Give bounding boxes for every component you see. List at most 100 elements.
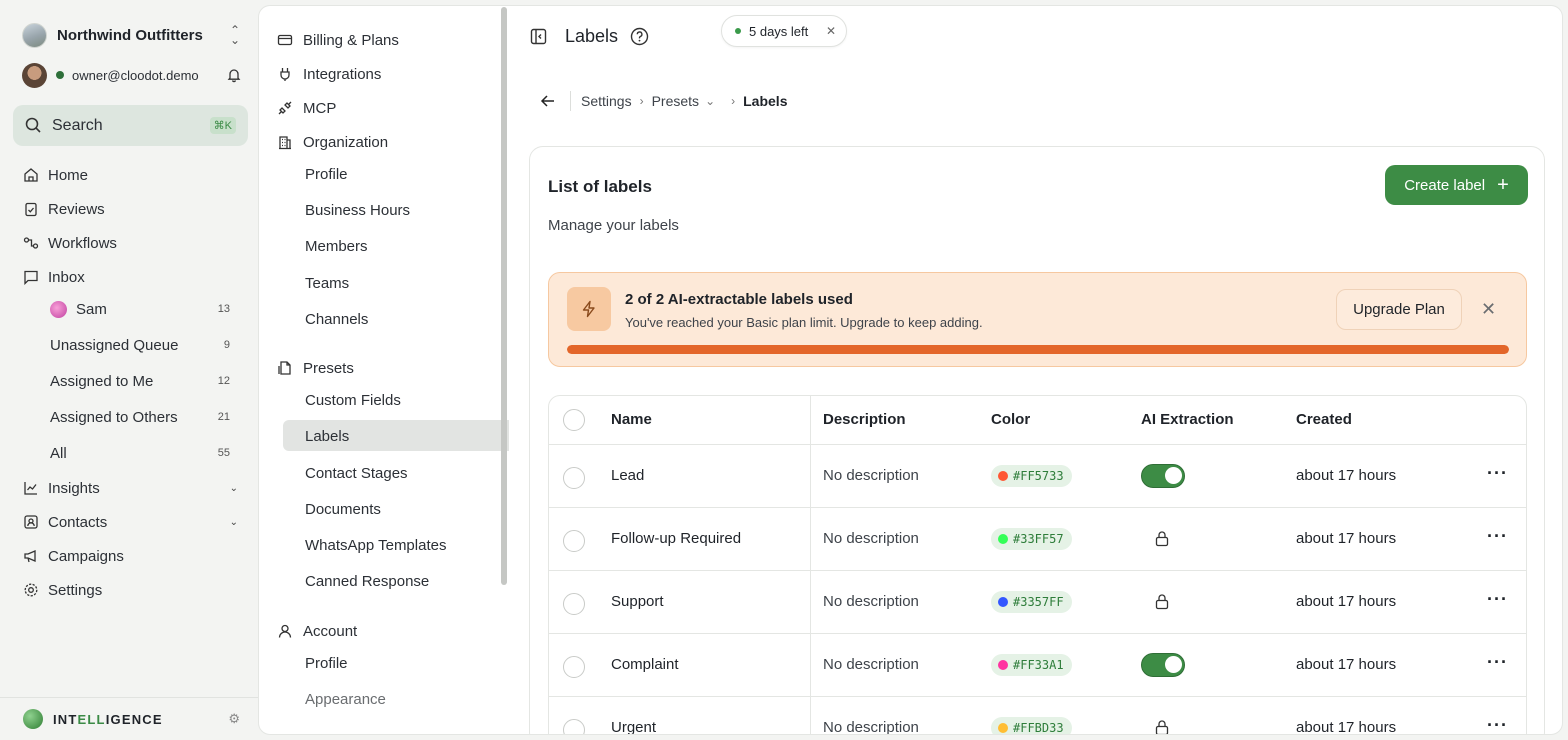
label-created: about 17 hours: [1296, 530, 1397, 547]
inbox-item-count: 55: [217, 447, 230, 459]
table-row[interactable]: Urgent No description #FFBD33 about 17 hour…: [549, 697, 1526, 734]
settings-item-teams[interactable]: Teams: [305, 272, 349, 294]
settings-item-profile[interactable]: Profile: [305, 163, 348, 185]
settings-section-account[interactable]: Account: [277, 620, 357, 642]
upgrade-plan-button[interactable]: Upgrade Plan: [1336, 289, 1462, 330]
settings-item-labels[interactable]: Labels: [305, 425, 349, 447]
row-checkbox[interactable]: [563, 719, 585, 734]
nav-insights[interactable]: Insights ⌄: [22, 476, 244, 500]
chevron-down-icon[interactable]: ⌄: [705, 94, 715, 108]
column-header-ai-extraction[interactable]: AI Extraction: [1141, 411, 1234, 428]
column-header-created[interactable]: Created: [1296, 411, 1352, 428]
more-actions-icon[interactable]: ···: [1487, 526, 1508, 547]
row-checkbox[interactable]: [563, 530, 585, 552]
settings-item-mcp[interactable]: MCP: [277, 97, 336, 119]
nav-inbox[interactable]: Inbox: [22, 265, 244, 289]
inbox-item-all[interactable]: All 55: [50, 441, 230, 465]
lock-icon: [1155, 531, 1169, 547]
settings-item-documents[interactable]: Documents: [305, 498, 381, 520]
plug-icon: [277, 66, 293, 82]
settings-item-whatsapp-templates[interactable]: WhatsApp Templates: [305, 534, 446, 556]
chevron-down-icon: ⌄: [229, 516, 238, 528]
workspace-switcher[interactable]: Northwind Outfitters ⌃ ⌄: [22, 22, 242, 48]
message-square-icon: [22, 269, 39, 286]
lock-icon: [1155, 594, 1169, 610]
nav-campaigns-label: Campaigns: [48, 547, 124, 565]
contact-icon: [22, 514, 39, 531]
row-checkbox[interactable]: [563, 467, 585, 489]
inbox-item-label: Sam: [76, 300, 107, 318]
settings-item-contact-stages[interactable]: Contact Stages: [305, 462, 408, 484]
color-swatch: [998, 471, 1008, 481]
color-swatch: [998, 534, 1008, 544]
usage-progress-fill: [567, 345, 1509, 354]
table-row[interactable]: Lead No description #FF5733 about 17 hours ·…: [549, 445, 1526, 508]
breadcrumb-settings[interactable]: Settings: [581, 93, 632, 109]
inbox-item-assigned-to-others[interactable]: Assigned to Others 21: [50, 405, 230, 429]
user-row[interactable]: owner@cloodot.demo: [22, 62, 242, 88]
table-row[interactable]: Complaint No description #FF33A1 about 17 h…: [549, 634, 1526, 697]
settings-item-label: MCP: [303, 99, 337, 117]
settings-item-billing[interactable]: Billing & Plans: [277, 29, 399, 51]
trial-badge[interactable]: 5 days left ✕: [721, 15, 847, 47]
label-created: about 17 hours: [1296, 467, 1397, 484]
color-swatch: [998, 723, 1008, 733]
nav-workflows[interactable]: Workflows: [22, 231, 244, 255]
inbox-item-label: Assigned to Others: [50, 408, 178, 426]
settings-item-account-profile[interactable]: Profile: [305, 652, 348, 674]
column-header-description[interactable]: Description: [823, 411, 906, 428]
column-header-color[interactable]: Color: [991, 411, 1030, 428]
breadcrumb-current: Labels: [743, 93, 788, 109]
nav-contacts[interactable]: Contacts ⌄: [22, 510, 244, 534]
label-description: No description: [823, 593, 919, 610]
more-actions-icon[interactable]: ···: [1487, 715, 1508, 734]
settings-item-channels[interactable]: Channels: [305, 308, 368, 330]
settings-item-integrations[interactable]: Integrations: [277, 63, 381, 85]
breadcrumb-presets[interactable]: Presets: [652, 93, 699, 109]
settings-item-label: Members: [305, 237, 368, 255]
close-icon[interactable]: ✕: [826, 24, 836, 38]
create-label-button[interactable]: Create label +: [1385, 165, 1528, 205]
nav-settings[interactable]: Settings: [22, 578, 244, 602]
arrow-left-icon[interactable]: [540, 93, 556, 109]
settings-item-label: Labels: [305, 427, 350, 445]
settings-item-business-hours[interactable]: Business Hours: [305, 199, 410, 221]
settings-section-presets[interactable]: Presets: [277, 357, 354, 379]
inbox-item-sam[interactable]: Sam 13: [50, 297, 230, 321]
help-circle-icon[interactable]: [630, 27, 649, 46]
select-all-checkbox[interactable]: [563, 409, 585, 431]
settings-item-appearance[interactable]: Appearance: [305, 688, 386, 710]
row-checkbox[interactable]: [563, 593, 585, 615]
label-name: Support: [611, 593, 664, 610]
ai-extraction-toggle[interactable]: [1141, 464, 1185, 488]
inbox-item-unassigned[interactable]: Unassigned Queue 9: [50, 333, 230, 357]
bell-icon[interactable]: [226, 67, 242, 83]
settings-item-custom-fields[interactable]: Custom Fields: [305, 389, 401, 411]
search-shortcut: ⌘K: [209, 117, 236, 134]
ai-extraction-toggle[interactable]: [1141, 653, 1185, 677]
row-checkbox[interactable]: [563, 656, 585, 678]
avatar: [50, 300, 67, 318]
more-actions-icon[interactable]: ···: [1487, 652, 1508, 673]
nav-home[interactable]: Home: [22, 163, 244, 187]
color-badge: #3357FF: [991, 591, 1072, 613]
table-row[interactable]: Follow-up Required No description #33FF57 a…: [549, 508, 1526, 571]
lightning-icon: [567, 287, 611, 331]
usage-progress-bar: [567, 345, 1509, 354]
status-dot: [735, 28, 741, 34]
settings-item-canned-response[interactable]: Canned Response: [305, 570, 429, 592]
column-header-name[interactable]: Name: [611, 411, 652, 428]
close-icon[interactable]: ✕: [1481, 299, 1496, 320]
panel-scrollbar[interactable]: [501, 7, 507, 585]
more-actions-icon[interactable]: ···: [1487, 463, 1508, 484]
nav-campaigns[interactable]: Campaigns: [22, 544, 244, 568]
more-actions-icon[interactable]: ···: [1487, 589, 1508, 610]
settings-item-members[interactable]: Members: [305, 235, 368, 257]
settings-section-organization[interactable]: Organization: [277, 131, 388, 153]
table-row[interactable]: Support No description #3357FF about 17 hou…: [549, 571, 1526, 634]
gear-icon[interactable]: ⚙: [228, 711, 240, 727]
sidebar-toggle-icon[interactable]: [530, 28, 547, 45]
search-button[interactable]: Search ⌘K: [13, 105, 248, 146]
inbox-item-assigned-to-me[interactable]: Assigned to Me 12: [50, 369, 230, 393]
nav-reviews[interactable]: Reviews: [22, 197, 244, 221]
